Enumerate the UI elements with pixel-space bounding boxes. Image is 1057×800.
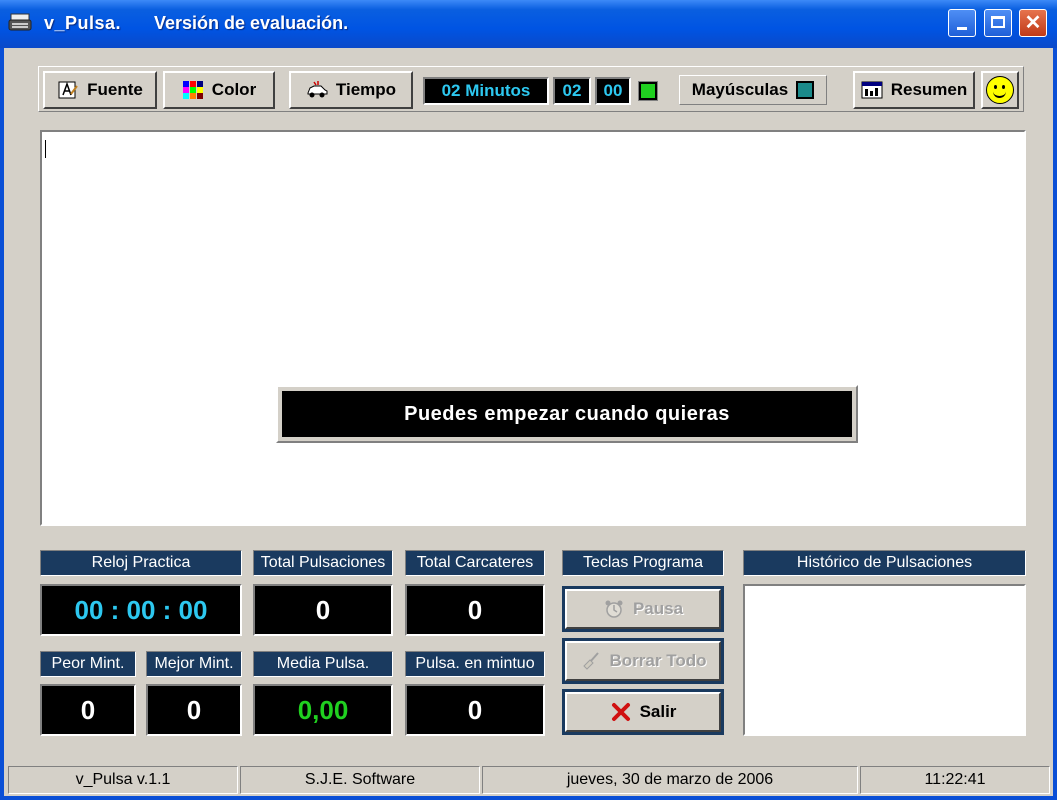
maximize-button[interactable] <box>984 9 1012 37</box>
status-version: v_Pulsa v.1.1 <box>8 766 238 794</box>
title-bar[interactable]: v_Pulsa. Versión de evaluación. ✕ <box>0 0 1057 48</box>
window-subtitle: Versión de evaluación. <box>154 13 349 33</box>
status-bar: v_Pulsa v.1.1 S.J.E. Software jueves, 30… <box>4 762 1053 796</box>
fuente-label: Fuente <box>87 80 143 99</box>
color-label: Color <box>211 80 257 99</box>
text-caret <box>45 140 46 158</box>
font-icon <box>58 81 78 99</box>
salir-button[interactable]: Salir <box>565 692 721 732</box>
teclas-header: Teclas Programa <box>562 550 724 576</box>
peor-display: 0 <box>40 684 136 736</box>
fuente-button[interactable]: Fuente <box>43 71 157 109</box>
total-pulsaciones-label: Total Pulsaciones <box>253 550 393 576</box>
borrar-todo-label: Borrar Todo <box>609 651 707 670</box>
total-pulsaciones-display: 0 <box>253 584 393 636</box>
alarm-clock-icon <box>605 600 623 618</box>
mayusculas-label: Mayúsculas <box>691 80 789 99</box>
minutes-display: 02 Minutos <box>423 77 549 105</box>
status-time: 11:22:41 <box>860 766 1050 794</box>
tiempo-button[interactable]: Tiempo <box>289 71 413 109</box>
app-window: v_Pulsa. Versión de evaluación. ✕ Fuente <box>0 0 1057 800</box>
seconds-value: 00 <box>595 77 631 105</box>
summary-icon <box>861 81 883 99</box>
start-banner-text: Puedes empezar cuando quieras <box>282 391 852 437</box>
total-caracteres-label: Total Carcateres <box>405 550 545 576</box>
typing-area[interactable]: Puedes empezar cuando quieras <box>40 130 1026 526</box>
status-date: jueves, 30 de marzo de 2006 <box>482 766 858 794</box>
mejor-display: 0 <box>146 684 242 736</box>
borrar-todo-button[interactable]: Borrar Todo <box>565 641 721 681</box>
pausa-button[interactable]: Pausa <box>565 589 721 629</box>
car-icon <box>307 81 328 98</box>
peor-label: Peor Mint. <box>40 651 136 677</box>
mayusculas-indicator <box>796 81 815 99</box>
pulsa-minuto-display: 0 <box>405 684 545 736</box>
salir-frame: Salir <box>562 689 724 735</box>
resumen-button[interactable]: Resumen <box>853 71 975 109</box>
historico-list[interactable] <box>743 584 1026 736</box>
pausa-frame: Pausa <box>562 586 724 632</box>
color-button[interactable]: Color <box>163 71 275 109</box>
total-caracteres-display: 0 <box>405 584 545 636</box>
minimize-button[interactable] <box>948 9 976 37</box>
mayusculas-toggle[interactable]: Mayúsculas <box>679 75 827 105</box>
window-title: v_Pulsa. <box>44 13 122 33</box>
palette-icon <box>182 81 203 99</box>
resumen-label: Resumen <box>890 80 968 99</box>
minutes-value: 02 <box>553 77 591 105</box>
pausa-label: Pausa <box>632 599 684 618</box>
borrar-frame: Borrar Todo <box>562 638 724 684</box>
tiempo-label: Tiempo <box>335 80 397 99</box>
client-area: Fuente Color Tiempo 02 Minutos 02 00 May… <box>4 48 1053 796</box>
mejor-label: Mejor Mint. <box>146 651 242 677</box>
salir-label: Salir <box>639 702 677 721</box>
broom-icon <box>582 652 599 670</box>
media-display: 0,00 <box>253 684 393 736</box>
toolbar: Fuente Color Tiempo 02 Minutos 02 00 May… <box>38 66 1024 112</box>
smiley-button[interactable] <box>981 71 1019 109</box>
pulsa-minuto-label: Pulsa. en mintuo <box>405 651 545 677</box>
start-banner: Puedes empezar cuando quieras <box>276 385 858 443</box>
status-company: S.J.E. Software <box>240 766 480 794</box>
historico-header: Histórico de Pulsaciones <box>743 550 1026 576</box>
reloj-label: Reloj Practica <box>40 550 242 576</box>
close-icon: ✕ <box>1024 12 1042 34</box>
x-icon <box>611 703 630 721</box>
close-button[interactable]: ✕ <box>1019 9 1047 37</box>
media-label: Media Pulsa. <box>253 651 393 677</box>
smiley-icon <box>986 76 1014 104</box>
reloj-display: 00 : 00 : 00 <box>40 584 242 636</box>
typewriter-icon <box>8 13 32 31</box>
timer-toggle[interactable] <box>638 81 658 101</box>
